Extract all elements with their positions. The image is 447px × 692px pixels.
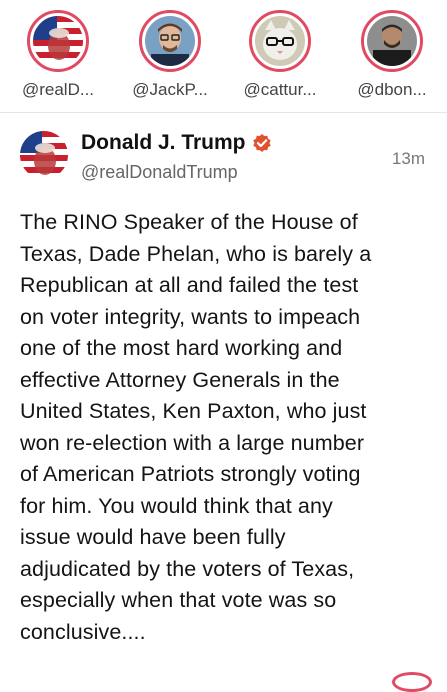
post-text-line: United States, Ken Paxton, who just xyxy=(20,399,367,423)
verified-badge-icon xyxy=(252,134,271,152)
post-text-line: on voter integrity, wants to impeach xyxy=(20,304,361,329)
story-avatar-ring[interactable] xyxy=(27,10,89,72)
post-body: The RINO Speaker of the House of Texas, … xyxy=(20,207,432,648)
post-header: Donald J. Trump @realDonaldTrump 13m xyxy=(0,125,447,195)
post-text-line: Texas, Dade Phelan, who is barely a xyxy=(20,241,372,266)
post-text-line: for him. You would think that any xyxy=(20,493,333,518)
post-text-line: Republican at all and failed the test xyxy=(20,273,359,297)
story-avatar-ring[interactable] xyxy=(249,10,311,72)
post-text-line: The RINO Speaker of the House of xyxy=(20,210,358,234)
cat-glasses-avatar xyxy=(255,16,305,66)
flag-portrait-avatar xyxy=(33,16,83,66)
post-timestamp[interactable]: 13m xyxy=(392,149,425,169)
story-avatar-ring[interactable] xyxy=(361,10,423,72)
story-item[interactable]: @cattur... xyxy=(225,10,335,100)
post-text-line: conclusive.... xyxy=(20,619,146,644)
post-text-line: adjudicated by the voters of Texas, xyxy=(20,556,355,581)
post-text-line: especially when that vote was so xyxy=(20,588,337,612)
man-dark-avatar xyxy=(367,16,417,66)
story-handle: @realD... xyxy=(21,80,95,99)
story-handle: @dbon... xyxy=(357,80,427,99)
post-text-line: won re-election with a large number xyxy=(20,430,365,455)
man-glasses-avatar xyxy=(145,16,195,66)
post-text-line: one of the most hard working and xyxy=(20,336,343,360)
story-avatar-ring[interactable] xyxy=(139,10,201,72)
author-name-row: Donald J. Trump xyxy=(81,131,272,155)
story-item[interactable]: @realD... xyxy=(3,10,113,100)
post-text-line: of American Patriots strongly voting xyxy=(20,462,361,486)
author-avatar[interactable] xyxy=(20,131,68,179)
stories-bar: @realD... @JackP... @cattur... @dbon... xyxy=(0,0,447,110)
next-post-avatar-ring[interactable] xyxy=(392,672,432,692)
flag-portrait-avatar xyxy=(20,131,68,179)
divider xyxy=(0,112,447,113)
author-username[interactable]: @realDonaldTrump xyxy=(81,162,238,183)
story-item[interactable]: @dbon... xyxy=(337,10,447,100)
post-text-line: effective Attorney Generals in the xyxy=(20,367,340,392)
story-item[interactable]: @JackP... xyxy=(115,10,225,100)
post-text-line: issue would have been fully xyxy=(20,525,286,549)
author-display-name[interactable]: Donald J. Trump xyxy=(81,131,246,155)
story-handle: @JackP... xyxy=(132,80,208,99)
story-handle: @cattur... xyxy=(243,80,317,99)
